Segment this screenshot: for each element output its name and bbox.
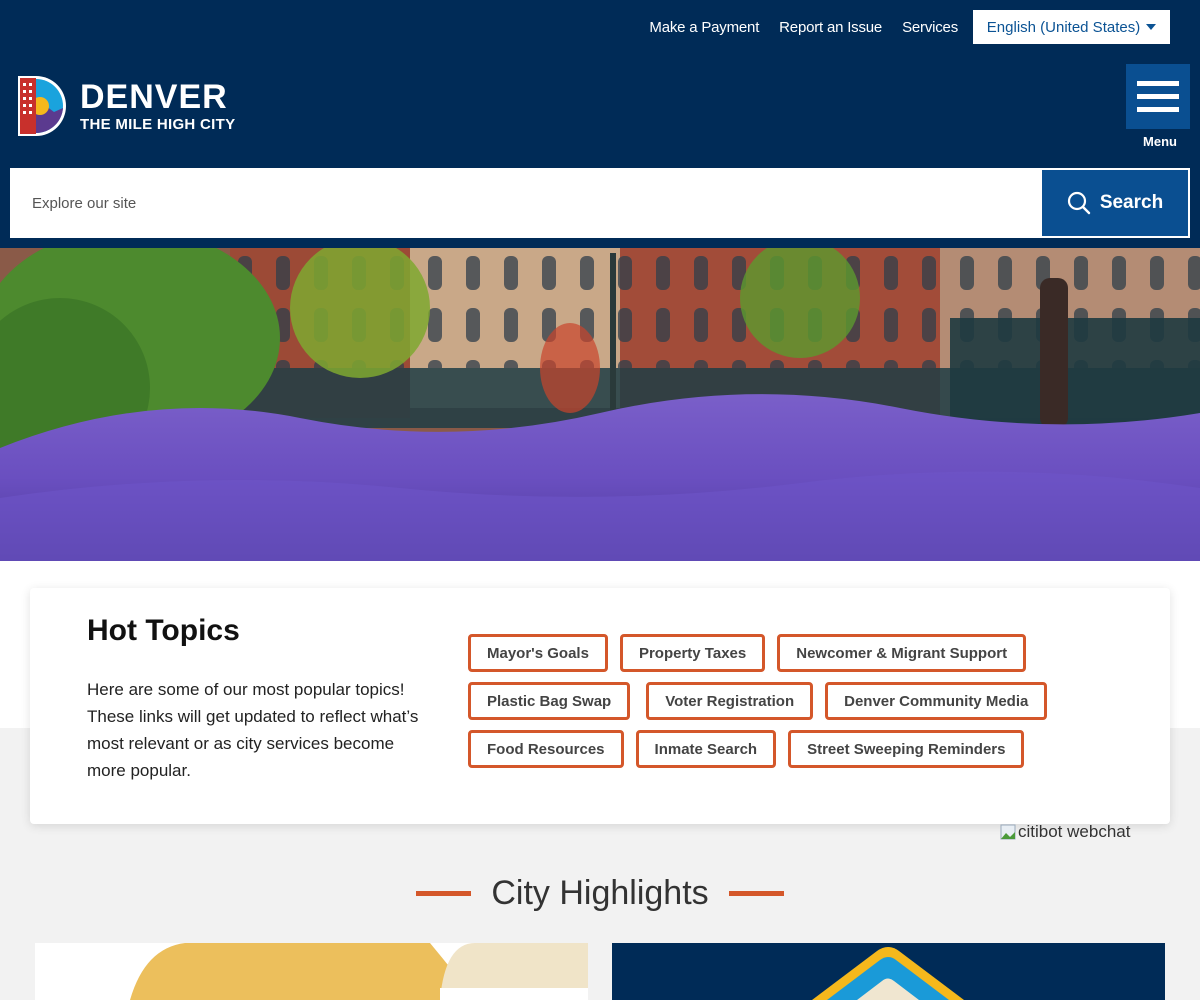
citibot-webchat[interactable]: citibot webchat bbox=[1000, 822, 1130, 842]
hamburger-icon-bar bbox=[1137, 94, 1179, 99]
topic-row: Plastic Bag Swap Voter Registration Denv… bbox=[468, 682, 1118, 720]
city-highlights-heading: City Highlights bbox=[0, 874, 1200, 913]
services-link[interactable]: Services bbox=[902, 19, 958, 36]
highlight-card[interactable] bbox=[35, 943, 588, 1000]
topic-food-resources[interactable]: Food Resources bbox=[468, 730, 624, 768]
site-search: Search bbox=[10, 168, 1190, 238]
topic-row: Mayor's Goals Property Taxes Newcomer & … bbox=[468, 634, 1118, 672]
language-selector[interactable]: English (United States) bbox=[973, 10, 1170, 44]
hot-topics-description: Here are some of our most popular topics… bbox=[87, 680, 419, 780]
language-label: English (United States) bbox=[986, 18, 1141, 36]
hero-image bbox=[0, 248, 1200, 561]
search-button[interactable]: Search bbox=[1042, 170, 1188, 236]
hot-topics-title: Hot Topics bbox=[87, 614, 240, 647]
utility-nav: Make a Payment Report an Issue Services … bbox=[649, 10, 1170, 44]
hero-photo bbox=[0, 248, 1200, 561]
topic-row: Food Resources Inmate Search Street Swee… bbox=[468, 730, 1118, 768]
topic-mayors-goals[interactable]: Mayor's Goals bbox=[468, 634, 608, 672]
search-icon bbox=[1067, 191, 1091, 215]
logo-tagline: THE MILE HIGH CITY bbox=[80, 115, 236, 133]
menu-label[interactable]: Menu bbox=[1126, 134, 1194, 149]
topic-newcomer-migrant-support[interactable]: Newcomer & Migrant Support bbox=[777, 634, 1027, 672]
highlight-card-image bbox=[812, 947, 964, 1000]
logo-title: DENVER bbox=[80, 77, 228, 116]
make-payment-link[interactable]: Make a Payment bbox=[649, 19, 759, 36]
highlight-card-image bbox=[130, 943, 588, 1000]
hot-topics-links: Mayor's Goals Property Taxes Newcomer & … bbox=[468, 634, 1118, 778]
heading-dash-left bbox=[416, 891, 472, 896]
hamburger-icon-bar bbox=[1137, 107, 1179, 112]
hot-topics-card: Hot Topics Here are some of our most pop… bbox=[30, 588, 1170, 824]
denver-logo[interactable]: DENVER THE MILE HIGH CITY bbox=[16, 74, 235, 138]
citibot-alt-text: citibot webchat bbox=[1018, 822, 1131, 841]
search-button-label: Search bbox=[1099, 192, 1164, 213]
topic-denver-community-media[interactable]: Denver Community Media bbox=[825, 682, 1048, 720]
topic-street-sweeping-reminders[interactable]: Street Sweeping Reminders bbox=[788, 730, 1025, 768]
search-input[interactable] bbox=[10, 168, 1042, 238]
menu-button[interactable] bbox=[1126, 64, 1190, 129]
heading-dash-right bbox=[728, 891, 784, 896]
topic-property-taxes[interactable]: Property Taxes bbox=[619, 634, 766, 672]
highlight-card[interactable] bbox=[612, 943, 1165, 1000]
hamburger-icon-bar bbox=[1137, 81, 1179, 86]
logo-text: DENVER THE MILE HIGH CITY bbox=[80, 80, 235, 133]
site-header: Make a Payment Report an Issue Services … bbox=[0, 0, 1200, 248]
topic-voter-registration[interactable]: Voter Registration bbox=[646, 682, 814, 720]
topic-inmate-search[interactable]: Inmate Search bbox=[635, 730, 777, 768]
topic-plastic-bag-swap[interactable]: Plastic Bag Swap bbox=[468, 682, 631, 720]
caret-down-icon bbox=[1146, 24, 1157, 30]
broken-image-icon bbox=[1000, 824, 1016, 840]
city-highlights-title: City Highlights bbox=[491, 874, 709, 912]
report-issue-link[interactable]: Report an Issue bbox=[779, 19, 882, 36]
denver-d-logo-icon bbox=[18, 76, 66, 136]
